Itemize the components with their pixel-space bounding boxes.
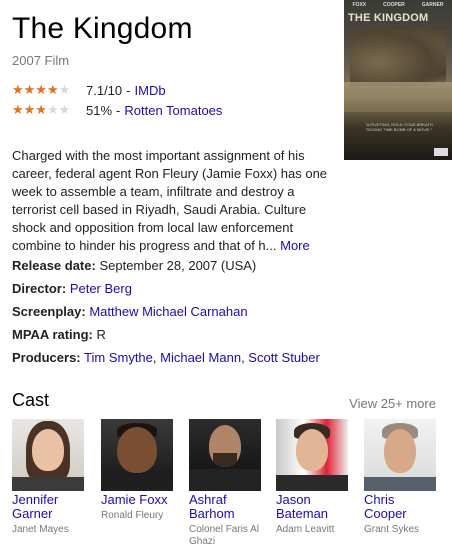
- cast-member[interactable]: Jamie Foxx Ronald Fleury: [101, 419, 177, 522]
- rating-score: 7.1/10: [86, 82, 123, 98]
- rating-separator: -: [116, 102, 121, 118]
- poster-smoke: [344, 82, 452, 112]
- cast-role: Ronald Fleury: [101, 510, 164, 521]
- director-link[interactable]: Peter Berg: [70, 281, 132, 296]
- cast-photo[interactable]: [364, 419, 436, 491]
- fact-value: September 28, 2007 (USA): [99, 258, 257, 273]
- fact-label: Director:: [12, 281, 67, 296]
- cast-photo[interactable]: [189, 419, 261, 491]
- fact-mpaa-rating: MPAA rating: R: [12, 327, 106, 342]
- fact-producers: Producers: Tim Smythe, Michael Mann, Sco…: [12, 350, 320, 365]
- cast-member[interactable]: Jennifer Garner Janet Mayes: [12, 419, 88, 536]
- star-rating-icon: ★★★★★ ★★★★★: [12, 102, 71, 117]
- rotten-tomatoes-link[interactable]: Rotten Tomatoes: [124, 103, 222, 118]
- star-rating-icon: ★★★★★ ★★★★★: [12, 82, 71, 97]
- poster-name: COOPER: [383, 2, 405, 8]
- fact-label: Release date:: [12, 258, 96, 273]
- cast-name[interactable]: Ashraf Barhom: [189, 493, 265, 521]
- movie-poster[interactable]: FOXX COOPER GARNER THE KINGDOM "A RIVETI…: [344, 0, 452, 160]
- cast-role: Colonel Faris Al Ghazi: [189, 524, 260, 547]
- fact-director: Director: Peter Berg: [12, 281, 132, 296]
- movie-description: Charged with the most important assignme…: [12, 147, 334, 255]
- rating-separator: -: [126, 82, 131, 98]
- poster-figures: [350, 26, 446, 86]
- cast-name[interactable]: Jason Bateman: [276, 493, 352, 521]
- poster-name: FOXX: [352, 2, 367, 8]
- fact-screenplay: Screenplay: Matthew Michael Carnahan: [12, 304, 248, 319]
- cast-name[interactable]: Jamie Foxx: [101, 493, 177, 507]
- cast-role: Grant Sykes: [364, 524, 420, 535]
- movie-title: The Kingdom: [12, 12, 193, 45]
- cast-photo[interactable]: [12, 419, 84, 491]
- view-more-cast-link[interactable]: View 25+ more: [349, 396, 436, 411]
- cast-role: Janet Mayes: [12, 524, 69, 535]
- cast-role: Adam Leavitt: [276, 524, 335, 535]
- fact-release-date: Release date: September 28, 2007 (USA): [12, 258, 256, 273]
- fact-label: Screenplay:: [12, 304, 86, 319]
- poster-cast-names: FOXX COOPER GARNER: [344, 2, 452, 8]
- poster-rating-badge: [434, 148, 448, 156]
- cast-photo[interactable]: [276, 419, 348, 491]
- poster-title: THE KINGDOM: [348, 12, 429, 24]
- poster-name: GARNER: [421, 2, 444, 8]
- cast-name[interactable]: Chris Cooper: [364, 493, 440, 521]
- cast-member[interactable]: Ashraf Barhom Colonel Faris Al Ghazi: [189, 419, 265, 548]
- movie-subtitle: 2007 Film: [12, 53, 70, 68]
- cast-heading: Cast: [12, 390, 50, 410]
- cast-name[interactable]: Jennifer Garner: [12, 493, 88, 521]
- fact-label: Producers:: [12, 350, 81, 365]
- poster-tagline: "A RIVETING, HOLD-YOUR-BREATH TICKING TI…: [365, 122, 433, 132]
- cast-member[interactable]: Chris Cooper Grant Sykes: [364, 419, 440, 536]
- producer-link[interactable]: Scott Stuber: [248, 350, 320, 365]
- producer-link[interactable]: Michael Mann: [160, 350, 241, 365]
- more-link[interactable]: More: [280, 238, 310, 253]
- producer-link[interactable]: Tim Smythe: [84, 350, 153, 365]
- cast-photo[interactable]: [101, 419, 173, 491]
- cast-member[interactable]: Jason Bateman Adam Leavitt: [276, 419, 352, 536]
- fact-label: MPAA rating:: [12, 327, 93, 342]
- rating-row-imdb: ★★★★★ ★★★★★ 7.1/10 - IMDb: [12, 82, 166, 98]
- rating-score: 51%: [86, 102, 113, 118]
- fact-value: R: [96, 327, 106, 342]
- screenplay-link[interactable]: Matthew Michael Carnahan: [89, 304, 247, 319]
- rating-row-rotten-tomatoes: ★★★★★ ★★★★★ 51% - Rotten Tomatoes: [12, 102, 222, 118]
- imdb-link[interactable]: IMDb: [135, 83, 166, 98]
